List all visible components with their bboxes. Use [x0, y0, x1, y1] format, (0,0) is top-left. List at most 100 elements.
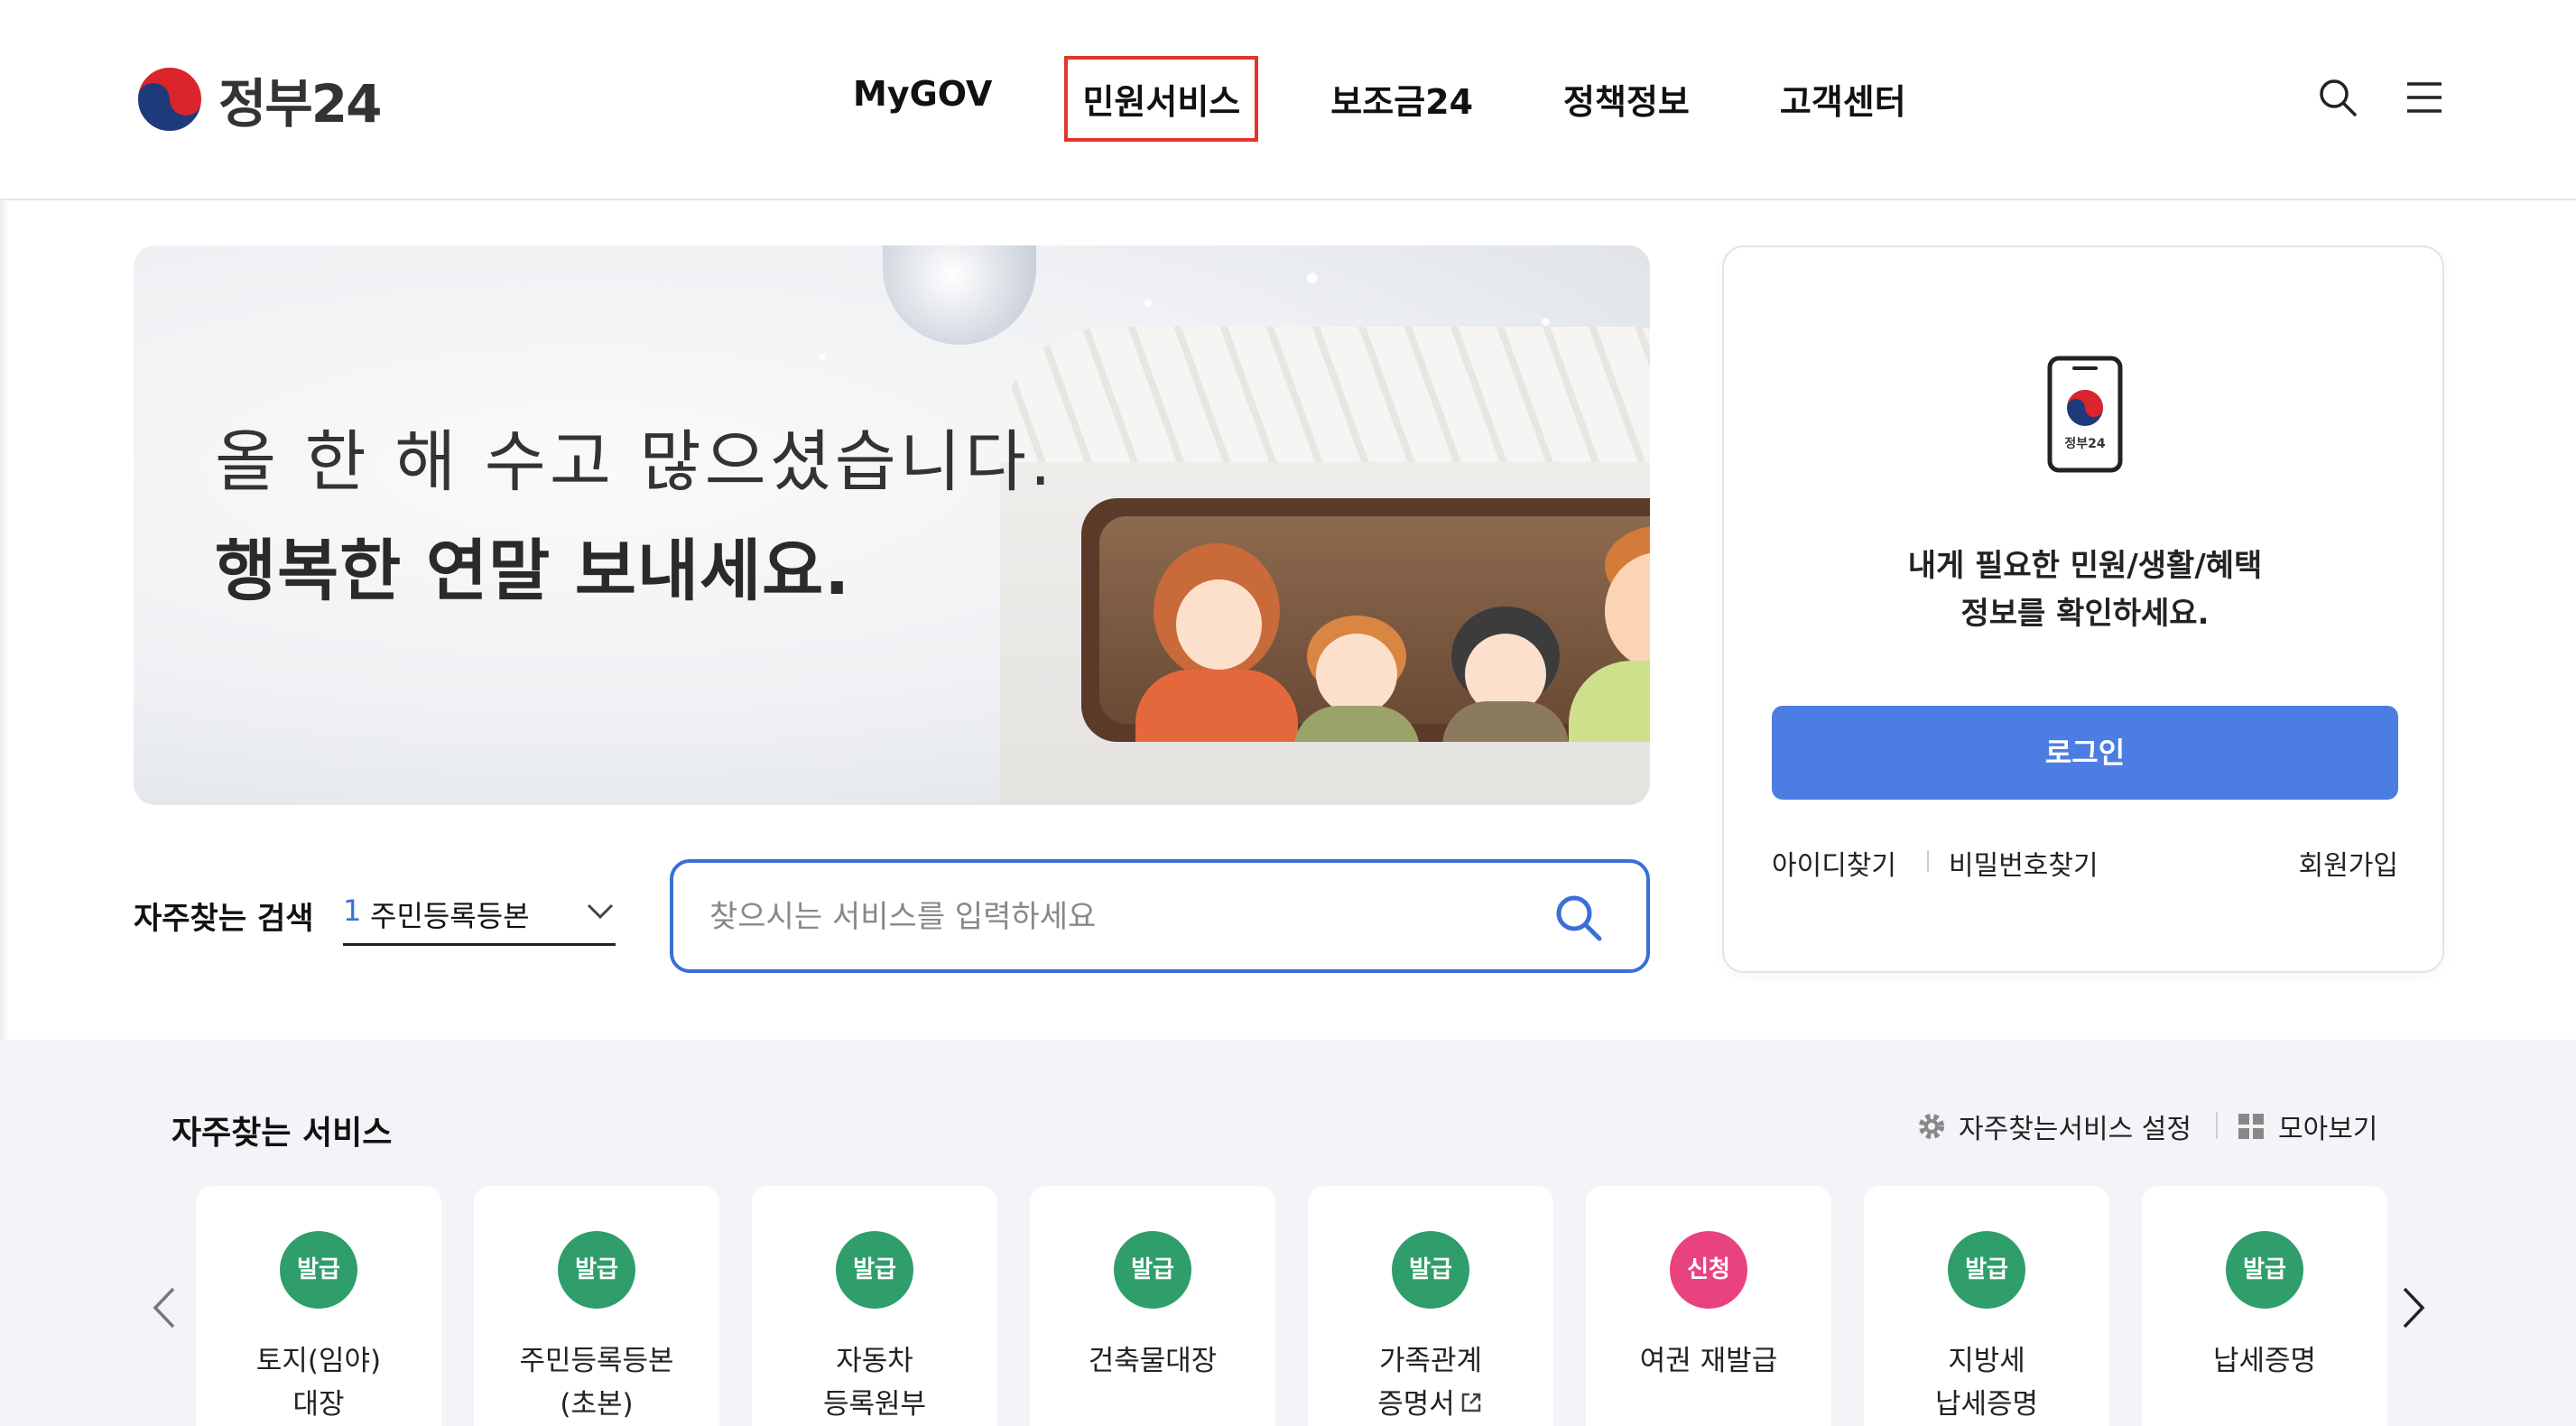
- login-description-line2: 정보를 확인하세요.: [1960, 596, 2210, 632]
- service-card-family-relation[interactable]: 발급 가족관계 증명서: [1308, 1186, 1553, 1426]
- frequent-search-rank: 1: [343, 894, 362, 928]
- service-name-line1: 주민등록등본: [519, 1345, 674, 1377]
- issue-badge: 발급: [1392, 1231, 1469, 1309]
- gear-icon: [1919, 1114, 1944, 1139]
- link-divider: [1927, 850, 1929, 872]
- issue-badge: 발급: [2226, 1231, 2303, 1309]
- camper-van-illustration: [1000, 327, 1650, 805]
- service-card-resident-registration[interactable]: 발급 주민등록등본 (초본): [474, 1186, 719, 1426]
- service-name: 토지(임야) 대장: [196, 1339, 441, 1426]
- van-window: [1081, 498, 1650, 742]
- header-actions: [2317, 77, 2445, 118]
- family-scene: [1099, 516, 1650, 742]
- service-name-line1: 토지(임야): [255, 1345, 382, 1377]
- daughter-body: [1442, 701, 1569, 742]
- service-name-line1: 납세증명: [2212, 1345, 2317, 1377]
- service-search-box: [670, 859, 1650, 973]
- find-password-link[interactable]: 비밀번호찾기: [1949, 843, 2099, 883]
- father-body: [1569, 661, 1650, 742]
- signup-link[interactable]: 회원가입: [2299, 843, 2398, 883]
- view-all-label: 모아보기: [2278, 1114, 2378, 1145]
- issue-badge: 발급: [1114, 1231, 1191, 1309]
- grid-icon: [2238, 1114, 2264, 1139]
- search-icon[interactable]: [2317, 77, 2358, 118]
- frequent-services-settings-button[interactable]: 자주찾는서비스 설정: [1915, 1107, 2191, 1146]
- frequent-search-label: 자주찾는 검색: [134, 901, 314, 937]
- service-name-line1: 여권 재발급: [1639, 1345, 1778, 1377]
- login-button[interactable]: 로그인: [1772, 706, 2398, 800]
- service-name-line2: 등록원부: [822, 1388, 927, 1421]
- external-link-icon: [1461, 1393, 1481, 1412]
- service-name-line2: 대장: [292, 1388, 345, 1421]
- snow-flake: [820, 354, 826, 360]
- mother-face: [1176, 579, 1262, 670]
- banner-subheadline: 행복한 연말 보내세요.: [215, 532, 851, 610]
- snow-flake: [1542, 318, 1550, 326]
- service-name: 건축물대장: [1030, 1339, 1275, 1383]
- nav-civil-service[interactable]: 민원서비스: [1064, 56, 1259, 142]
- nav-customer-center[interactable]: 고객센터: [1780, 74, 1906, 124]
- service-name-line2-wrap: 증명서: [1308, 1383, 1553, 1426]
- snow-flake: [1307, 273, 1318, 283]
- chevron-left-icon[interactable]: [148, 1283, 181, 1332]
- frequent-search-term: 주민등록등본: [370, 899, 530, 933]
- section-divider: [2216, 1112, 2218, 1139]
- van-roof: [1000, 327, 1650, 462]
- moon-illustration: [883, 245, 1036, 345]
- issue-badge: 발급: [280, 1231, 357, 1309]
- search-submit-icon[interactable]: [1552, 892, 1605, 944]
- service-name: 여권 재발급: [1586, 1339, 1831, 1383]
- nav-policy-info[interactable]: 정책정보: [1563, 74, 1690, 124]
- service-search-input[interactable]: [709, 890, 1522, 944]
- service-name: 납세증명: [2142, 1339, 2387, 1383]
- nav-subsidy24[interactable]: 보조금24: [1330, 74, 1473, 124]
- app-label: 정부24: [2064, 436, 2106, 451]
- service-name-line2: (초본): [560, 1388, 634, 1421]
- issue-badge: 발급: [1948, 1231, 2025, 1309]
- chevron-right-icon[interactable]: [2397, 1283, 2430, 1332]
- service-card-tax-certificate[interactable]: 발급 납세증명: [2142, 1186, 2387, 1426]
- main-nav: MyGOV 민원서비스 보조금24 정책정보 고객센터: [853, 56, 1906, 142]
- service-name: 가족관계 증명서: [1308, 1339, 1553, 1426]
- service-card-building-register[interactable]: 발급 건축물대장: [1030, 1186, 1275, 1426]
- mobile-app-icon: 정부24: [2047, 356, 2123, 473]
- find-id-link[interactable]: 아이디찾기: [1772, 843, 1896, 883]
- son-face: [1316, 634, 1397, 715]
- menu-icon[interactable]: [2404, 77, 2445, 118]
- login-panel: 정부24 내게 필요한 민원/생활/혜택 정보를 확인하세요. 로그인 아이디찾…: [1722, 245, 2444, 973]
- taegeuk-logo-icon: [136, 66, 203, 133]
- service-name: 지방세 납세증명: [1864, 1339, 2109, 1426]
- banner-text: 올 한 해 수고 많으셨습니다. 행복한 연말 보내세요.: [215, 408, 1055, 614]
- service-name-line1: 지방세: [1948, 1345, 2025, 1377]
- frequent-services-section: 자주찾는 서비스 자주찾는서비스 설정 모아보기 발급 토지(임야) 대장 발급…: [0, 1040, 2576, 1426]
- frequent-search-dropdown[interactable]: 1 주민등록등본: [343, 892, 616, 946]
- apply-badge: 신청: [1670, 1231, 1747, 1309]
- service-name: 주민등록등본 (초본): [474, 1339, 719, 1426]
- service-card-list: 발급 토지(임야) 대장 발급 주민등록등본 (초본) 발급 자동차 등록원부 …: [196, 1186, 2387, 1426]
- service-card-passport-reissue[interactable]: 신청 여권 재발급: [1586, 1186, 1831, 1426]
- banner-headline: 올 한 해 수고 많으셨습니다.: [215, 423, 1055, 501]
- settings-label: 자주찾는서비스 설정: [1959, 1114, 2191, 1145]
- service-name-line1: 가족관계: [1378, 1345, 1483, 1377]
- service-name-line1: 건축물대장: [1088, 1345, 1218, 1377]
- logo-text: 정부24: [218, 73, 382, 134]
- son-body: [1293, 706, 1420, 742]
- chevron-down-icon: [587, 903, 614, 920]
- view-all-button[interactable]: 모아보기: [2235, 1107, 2377, 1146]
- nav-mygov[interactable]: MyGOV: [853, 74, 992, 124]
- main-banner[interactable]: 올 한 해 수고 많으셨습니다. 행복한 연말 보내세요.: [134, 245, 1650, 805]
- service-card-vehicle-register[interactable]: 발급 자동차 등록원부: [752, 1186, 997, 1426]
- service-name: 자동차 등록원부: [752, 1339, 997, 1426]
- service-name-line1: 자동차: [836, 1345, 913, 1377]
- issue-badge: 발급: [558, 1231, 635, 1309]
- site-logo[interactable]: 정부24: [135, 63, 382, 135]
- mother-body: [1135, 670, 1298, 742]
- snow-flake: [1144, 300, 1152, 307]
- service-card-local-tax-certificate[interactable]: 발급 지방세 납세증명: [1864, 1186, 2109, 1426]
- account-links: 아이디찾기 비밀번호찾기 회원가입: [1772, 843, 2398, 888]
- service-card-land-register[interactable]: 발급 토지(임야) 대장: [196, 1186, 441, 1426]
- service-name-line2: 납세증명: [1934, 1388, 2039, 1421]
- login-description-line1: 내게 필요한 민원/생활/혜택: [1907, 548, 2263, 584]
- frequent-services-title: 자주찾는 서비스: [171, 1115, 393, 1152]
- service-name-line2: 증명서: [1377, 1388, 1455, 1421]
